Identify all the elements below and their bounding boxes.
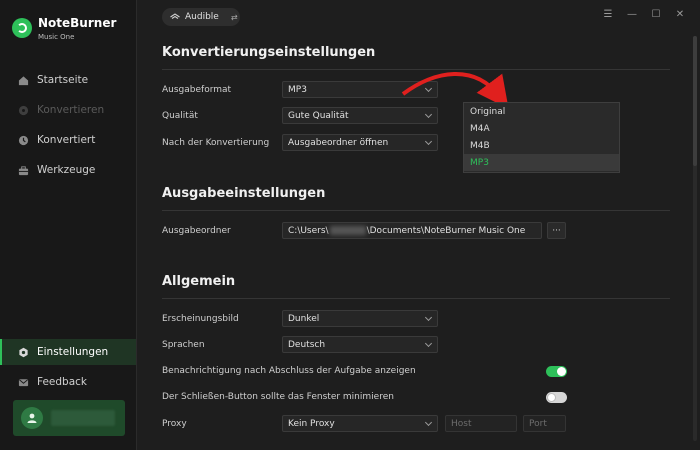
swap-icon: ⇄	[230, 12, 238, 22]
notification-label: Benachrichtigung nach Abschluss der Aufg…	[162, 366, 416, 376]
sidebar-item-label: Einstellungen	[37, 346, 109, 358]
noteburner-logo-icon	[12, 18, 32, 38]
chevron-down-icon	[424, 418, 433, 427]
menu-icon[interactable]: ☰	[602, 9, 614, 20]
after-conversion-value: Ausgabeordner öffnen	[288, 137, 389, 148]
sidebar: NoteBurner Music One Startseite Konverti…	[0, 0, 137, 450]
format-value: MP3	[288, 84, 307, 95]
after-conversion-select[interactable]: Ausgabeordner öffnen	[282, 134, 438, 151]
chevron-down-icon	[424, 339, 433, 348]
convert-icon	[18, 105, 29, 115]
folder-path-prefix: C:\Users\	[288, 225, 329, 236]
language-value: Deutsch	[288, 339, 326, 350]
after-conversion-label: Nach der Konvertierung	[162, 138, 270, 148]
window-controls: ☰ — ☐ ✕	[602, 9, 686, 20]
sidebar-item-feedback[interactable]: Feedback	[0, 369, 136, 395]
scrollbar-thumb[interactable]	[693, 36, 697, 166]
chevron-down-icon	[424, 110, 433, 119]
app-subtitle: Music One	[38, 33, 75, 41]
section-title-general: Allgemein	[162, 274, 236, 289]
quality-value: Gute Qualität	[288, 110, 349, 121]
folder-path-suffix: \Documents\NoteBurner Music One	[366, 225, 526, 236]
sidebar-item-settings[interactable]: Einstellungen	[0, 339, 136, 365]
proxy-label: Proxy	[162, 419, 187, 429]
close-icon[interactable]: ✕	[674, 9, 686, 20]
source-switch-button[interactable]: Audible ⇄	[162, 8, 240, 26]
sidebar-item-label: Feedback	[37, 376, 88, 388]
format-dropdown-menu: Original M4A M4B MP3	[463, 102, 620, 173]
divider	[162, 298, 670, 299]
maximize-icon[interactable]: ☐	[650, 9, 662, 20]
proxy-value: Kein Proxy	[288, 418, 335, 429]
sidebar-item-converted[interactable]: Konvertiert	[0, 127, 136, 153]
appearance-label: Erscheinungsbild	[162, 314, 239, 324]
section-title-output: Ausgabeeinstellungen	[162, 186, 326, 201]
home-icon	[18, 75, 29, 85]
sidebar-item-label: Werkzeuge	[37, 164, 96, 176]
minimize-icon[interactable]: —	[626, 9, 638, 20]
sidebar-item-label: Konvertieren	[37, 104, 105, 116]
language-select[interactable]: Deutsch	[282, 336, 438, 353]
dropdown-option-mp3[interactable]: MP3	[464, 154, 619, 171]
output-folder-label: Ausgabeordner	[162, 226, 231, 236]
avatar	[21, 407, 43, 429]
gear-icon	[19, 347, 28, 357]
chevron-down-icon	[424, 313, 433, 322]
section-title-conversion: Konvertierungseinstellungen	[162, 45, 376, 60]
toolbox-icon	[18, 165, 29, 175]
port-placeholder: Port	[529, 418, 547, 429]
dropdown-option-original[interactable]: Original	[464, 103, 619, 120]
dropdown-option-m4a[interactable]: M4A	[464, 120, 619, 137]
divider	[162, 210, 670, 211]
app-name: NoteBurner	[38, 16, 117, 30]
proxy-port-input[interactable]: Port	[523, 415, 566, 432]
appearance-select[interactable]: Dunkel	[282, 310, 438, 327]
dropdown-option-m4b[interactable]: M4B	[464, 137, 619, 154]
format-label: Ausgabeformat	[162, 85, 232, 95]
language-label: Sprachen	[162, 340, 205, 350]
minimize-on-close-label: Der Schließen-Button sollte das Fenster …	[162, 392, 394, 402]
sidebar-item-label: Konvertiert	[37, 134, 96, 146]
proxy-select[interactable]: Kein Proxy	[282, 415, 438, 432]
app-logo: NoteBurner Music One	[12, 16, 116, 41]
chevron-down-icon	[424, 137, 433, 146]
blurred-username	[51, 410, 115, 426]
sidebar-item-home[interactable]: Startseite	[0, 67, 136, 93]
clock-icon	[18, 135, 29, 145]
minimize-on-close-toggle[interactable]	[546, 392, 567, 403]
blurred-username	[329, 226, 366, 235]
user-account-card[interactable]	[13, 400, 125, 436]
proxy-host-input[interactable]: Host	[445, 415, 517, 432]
sidebar-item-label: Startseite	[37, 74, 89, 86]
quality-label: Qualität	[162, 111, 198, 121]
user-icon	[27, 413, 37, 423]
audible-icon	[170, 13, 180, 19]
scrollbar[interactable]	[693, 36, 697, 441]
sidebar-item-convert[interactable]: Konvertieren	[0, 97, 136, 123]
appearance-value: Dunkel	[288, 313, 320, 324]
mail-icon	[18, 378, 29, 386]
output-folder-field[interactable]: C:\Users\ \Documents\NoteBurner Music One	[282, 222, 542, 239]
host-placeholder: Host	[451, 418, 472, 429]
sidebar-item-tools[interactable]: Werkzeuge	[0, 157, 136, 183]
notification-toggle[interactable]	[546, 366, 567, 377]
source-label: Audible	[185, 12, 219, 22]
browse-folder-button[interactable]: ···	[547, 222, 566, 239]
